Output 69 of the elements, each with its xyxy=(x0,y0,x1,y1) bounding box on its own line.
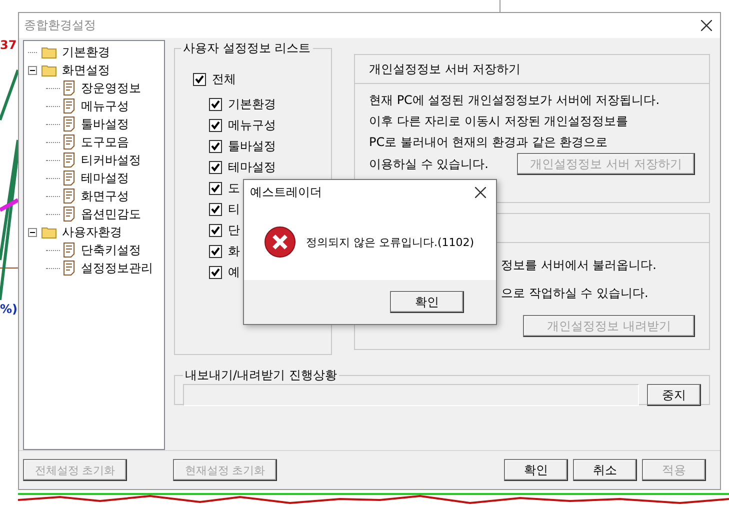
description-text: 정보를 서버에서 불러옵니다. xyxy=(501,258,656,272)
tree-item[interactable]: 티커바설정 xyxy=(81,152,141,169)
tree-item[interactable]: 장운영정보 xyxy=(81,80,141,97)
tree-item[interactable]: 툴바설정 xyxy=(81,116,129,133)
document-icon xyxy=(62,260,76,276)
group-title: 내보내기/내려받기 진행상황 xyxy=(184,367,338,384)
tree-item[interactable]: 테마설정 xyxy=(81,170,129,187)
panel-title: 개인설정정보 서버 저장하기 xyxy=(369,60,521,78)
ok-button[interactable]: 확인 xyxy=(390,291,464,313)
tree-item[interactable]: 메뉴구성 xyxy=(81,98,129,115)
checkbox[interactable] xyxy=(209,203,222,216)
description-text: 이후 다른 자리로 이동시 저장된 개인설정정보를 xyxy=(369,114,628,128)
description-text: 현재 PC에 설정된 개인설정정보가 서버에 저장됩니다. xyxy=(369,93,660,108)
checkbox-label: 메뉴구성 xyxy=(228,117,276,134)
checkbox[interactable] xyxy=(209,140,222,154)
error-message: 정의되지 않은 오류입니다.(1102) xyxy=(306,234,474,250)
description-text: 이용하실 수 있습니다. xyxy=(369,156,488,174)
document-icon xyxy=(62,80,76,96)
close-button[interactable] xyxy=(473,184,488,200)
checkbox[interactable] xyxy=(209,245,222,258)
collapse-toggle[interactable] xyxy=(28,228,37,237)
document-icon xyxy=(62,170,76,186)
folder-icon xyxy=(41,45,57,60)
description-text: 으로 작업하실 수 있습니다. xyxy=(501,286,648,300)
document-icon xyxy=(62,98,76,114)
document-icon xyxy=(62,116,76,132)
group-title: 사용자 설정정보 리스트 xyxy=(182,40,312,58)
checkbox[interactable] xyxy=(209,266,222,280)
folder-icon xyxy=(41,225,57,240)
chart-value-label: 37 xyxy=(0,38,17,52)
tree-item[interactable]: 기본환경 xyxy=(62,44,110,61)
description-text: PC로 불러내어 현재의 환경과 같은 환경으로 xyxy=(369,135,608,150)
document-icon xyxy=(62,134,76,150)
checkbox[interactable] xyxy=(209,182,222,196)
checkbox[interactable] xyxy=(193,73,206,86)
checkbox-label: 예 xyxy=(228,264,240,282)
document-icon xyxy=(62,206,76,222)
document-icon xyxy=(62,242,76,258)
checkbox[interactable] xyxy=(209,98,222,112)
tree-item[interactable]: 옵션민감도 xyxy=(81,206,141,223)
collapse-toggle[interactable] xyxy=(28,66,37,75)
checkbox-label: 티 xyxy=(228,201,240,218)
tree-item[interactable]: 설정정보관리 xyxy=(81,260,153,277)
window-title: 종합환경설정 xyxy=(24,17,96,34)
tree-item[interactable]: 화면설정 xyxy=(62,62,110,79)
chart-value-label: %) xyxy=(0,302,18,316)
checkbox[interactable] xyxy=(209,161,222,174)
tree-item[interactable]: 도구모음 xyxy=(81,134,129,151)
checkbox[interactable] xyxy=(209,119,222,132)
checkbox-label: 전체 xyxy=(212,71,236,88)
checkbox-label: 테마설정 xyxy=(228,159,276,176)
tree-item[interactable]: 사용자환경 xyxy=(62,224,122,241)
checkbox[interactable] xyxy=(209,224,222,238)
document-icon xyxy=(62,152,76,168)
checkbox-label: 기본환경 xyxy=(228,96,276,114)
checkbox-label: 도 xyxy=(228,180,240,198)
checkbox-label: 단 xyxy=(228,222,240,240)
document-icon xyxy=(62,188,76,204)
tree-item[interactable]: 화면구성 xyxy=(81,188,129,205)
tree-item[interactable]: 단축키설정 xyxy=(81,242,141,259)
error-icon xyxy=(264,226,296,258)
stop-button[interactable]: 중지 xyxy=(647,384,701,406)
dialog-button[interactable]: 확인 xyxy=(504,459,568,482)
checkbox-label: 툴바설정 xyxy=(228,138,276,156)
dialog-button[interactable]: 취소 xyxy=(573,459,637,482)
folder-icon xyxy=(41,63,57,78)
close-button[interactable] xyxy=(699,18,714,34)
dialog-title: 예스트레이더 xyxy=(250,184,322,200)
checkbox-label: 화 xyxy=(228,243,240,260)
